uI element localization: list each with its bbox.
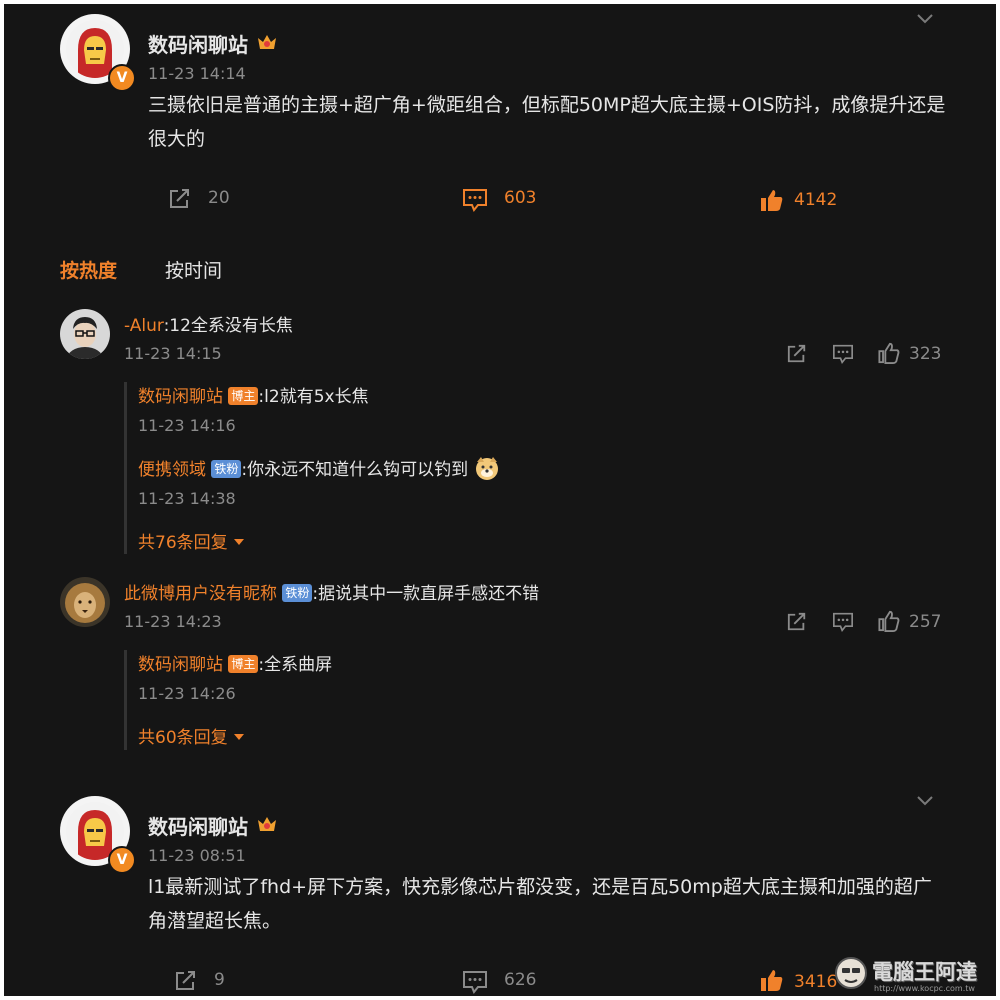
reply-thread-bar [124,382,127,554]
comment-icon [463,971,487,994]
verified-badge-icon: V [108,64,136,92]
iron-fan-tag: 铁粉 [282,584,313,602]
vip-crown-icon [258,817,276,831]
watermark-text: 電腦王阿達 [872,960,977,984]
thumbs-up-icon [878,610,900,632]
reply-user-name[interactable]: 便携领域 [138,460,206,480]
reply-thread-bar [124,650,127,750]
commenter-avatar[interactable] [60,309,110,359]
reply-user-name[interactable]: 数码闲聊站 [138,387,223,407]
comment-body: 此微博用户没有昵称 铁粉:据说其中一款直屏手感还不错 [124,579,539,604]
post-content: 三摄依旧是普通的主摄+超广角+微距组合，但标配50MP超大底主摄+OIS防抖，成… [148,94,946,150]
caret-down-icon [234,734,245,740]
share-icon [170,189,189,208]
reply-text: :l2就有5x长焦 [258,387,369,407]
more-replies-label: 共76条回复 [138,533,228,553]
comment-time: 11-23 14:23 [124,612,222,631]
commenter-name[interactable]: 此微博用户没有昵称 [124,584,277,604]
comment-icon[interactable] [832,612,854,632]
post-author-name[interactable]: 数码闲聊站 [148,29,248,58]
comment-time: 11-23 14:15 [124,344,222,363]
reply-text: :你永远不知道什么钩可以钓到 [241,460,469,480]
share-icon[interactable] [786,612,808,632]
chevron-down-icon[interactable] [916,794,934,808]
like-count: 3416 [794,972,838,992]
comment-icon [463,189,487,212]
reply-time: 11-23 14:26 [138,684,236,703]
comment-text: :12全系没有长焦 [163,316,293,336]
tab-sort-by-time[interactable]: 按时间 [165,256,222,283]
mascot-face-icon [835,957,867,989]
watermark-url: http://www.kocpc.com.tw [874,984,975,993]
chevron-down-icon[interactable] [916,12,934,26]
thumbs-up-filled-icon [761,970,783,991]
man-with-glasses-avatar-icon [60,309,110,359]
thumbs-up-filled-icon [761,190,783,211]
doge-emoji-icon [475,457,498,480]
verified-badge-icon: V [108,846,136,874]
share-icon [176,971,195,990]
reply-body: 数码闲聊站 博主:全系曲屏 [138,650,332,675]
comment-text: :据说其中一款直屏手感还不错 [312,584,540,604]
thumbs-up-icon [878,342,900,364]
host-tag: 博主 [228,387,259,405]
comment-like-count: 323 [909,344,942,364]
commenter-avatar[interactable] [60,577,110,627]
reply-body: 数码闲聊站 博主:l2就有5x长焦 [138,382,369,407]
host-tag: 博主 [228,655,259,673]
comment-like-count: 257 [909,612,942,632]
post-content: l1最新测试了fhd+屏下方案，快充影像芯片都没变，还是百瓦50mp超大底主摄和… [148,876,932,932]
more-replies-label: 共60条回复 [138,728,228,748]
share-icon[interactable] [786,344,808,364]
site-watermark: 電腦王阿達 http://www.kocpc.com.tw [834,956,994,996]
post-author-name[interactable]: 数码闲聊站 [148,811,248,840]
vip-crown-icon [258,35,276,49]
share-count: 20 [208,188,230,208]
post-time: 11-23 14:14 [148,64,246,83]
share-count: 9 [214,970,225,990]
comment-icon[interactable] [832,344,854,364]
comment-body: -Alur:12全系没有长焦 [124,311,293,336]
like-count: 4142 [794,190,838,210]
tab-sort-by-hot[interactable]: 按热度 [60,256,117,283]
lion-avatar-icon [60,577,110,627]
iron-fan-tag: 铁粉 [211,460,242,478]
view-more-replies-link[interactable]: 共76条回复 [138,528,245,553]
commenter-name[interactable]: -Alur [124,316,164,336]
view-more-replies-link[interactable]: 共60条回复 [138,723,245,748]
comment-count: 626 [504,970,537,990]
comment-count: 603 [504,188,537,208]
weibo-comment-feed: V 数码闲聊站 11-23 14:14 三摄依旧是普通的主摄+超广角+微距组合，… [4,4,996,996]
reply-body: 便携领域 铁粉:你永远不知道什么钩可以钓到 [138,455,500,480]
caret-down-icon [234,539,245,545]
reply-text: :全系曲屏 [258,655,333,675]
reply-user-name[interactable]: 数码闲聊站 [138,655,223,675]
reply-time: 11-23 14:38 [138,489,236,508]
reply-time: 11-23 14:16 [138,416,236,435]
post-time: 11-23 08:51 [148,846,246,865]
